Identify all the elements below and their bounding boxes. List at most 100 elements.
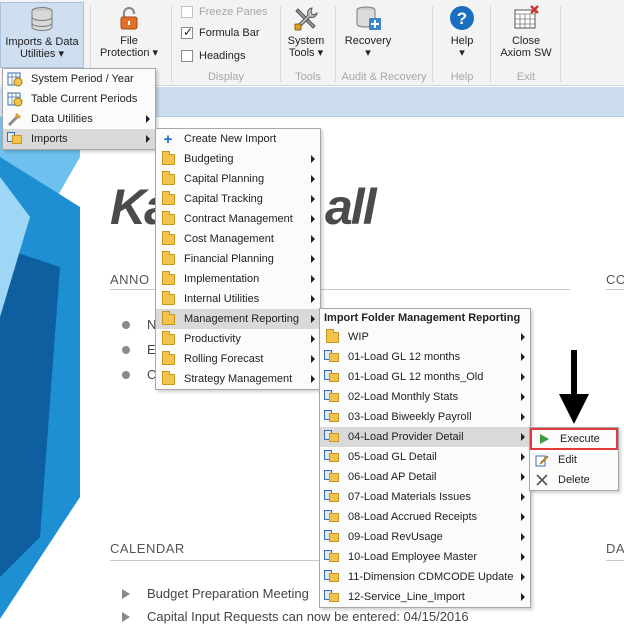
execute-menu-item[interactable]: Execute: [530, 428, 618, 450]
period-icon: [7, 71, 23, 87]
menu-item-label: Edit: [558, 454, 577, 466]
menu-item-create-new-import[interactable]: + Create New Import: [156, 129, 320, 149]
menu-item-label: Contract Management: [184, 213, 293, 225]
menu-item-strategy-management[interactable]: Strategy Management: [156, 369, 320, 389]
menu-item-import[interactable]: 01-Load GL 12 months: [320, 347, 530, 367]
recovery-button[interactable]: Recovery ▾: [340, 2, 396, 68]
menu-item-label: Cost Management: [184, 233, 274, 245]
menu-item-imports[interactable]: Imports: [3, 129, 155, 149]
imports-data-utilities-button[interactable]: Imports & Data Utilities ▾: [0, 2, 84, 68]
menu-item-import[interactable]: 01-Load GL 12 months_Old: [320, 367, 530, 387]
decorative-blue-shape: [0, 117, 80, 619]
submenu-arrow-icon: [146, 115, 150, 123]
checkmark-icon: ✓: [183, 25, 194, 39]
delete-icon: [534, 472, 550, 488]
formula-bar-checkbox[interactable]: ✓ Formula Bar: [181, 25, 260, 41]
menu-item-system-period[interactable]: System Period / Year: [3, 69, 155, 89]
menu-item-capital-planning[interactable]: Capital Planning: [156, 169, 320, 189]
menu-item-productivity[interactable]: Productivity: [156, 329, 320, 349]
headings-checkbox[interactable]: Headings: [181, 48, 245, 64]
freeze-panes-checkbox[interactable]: Freeze Panes: [181, 4, 267, 20]
menu-item-data-utilities[interactable]: Data Utilities: [3, 109, 155, 129]
calendar-bullet-icon: [122, 589, 130, 599]
menu-item-wip[interactable]: WIP: [320, 327, 530, 347]
menu-item-internal-utilities[interactable]: Internal Utilities: [156, 289, 320, 309]
divider: [606, 560, 624, 561]
import-file-icon: [324, 509, 340, 525]
menu-item-import[interactable]: 03-Load Biweekly Payroll: [320, 407, 530, 427]
menu-item-cost-management[interactable]: Cost Management: [156, 229, 320, 249]
menu-item-financial-planning[interactable]: Financial Planning: [156, 249, 320, 269]
menu-item-capital-tracking[interactable]: Capital Tracking: [156, 189, 320, 209]
import-file-icon: [324, 369, 340, 385]
import-file-icon: [324, 449, 340, 465]
menu-item-import[interactable]: 07-Load Materials Issues: [320, 487, 530, 507]
menu-item-import[interactable]: 09-Load RevUsage: [320, 527, 530, 547]
menu-item-import[interactable]: 10-Load Employee Master: [320, 547, 530, 567]
menu-item-label: Data Utilities: [31, 113, 93, 125]
menu-item-import[interactable]: 08-Load Accrued Receipts: [320, 507, 530, 527]
help-button[interactable]: ? Help ▾: [438, 2, 486, 68]
menu-item-rolling-forecast[interactable]: Rolling Forecast: [156, 349, 320, 369]
menu-item-import[interactable]: 02-Load Monthly Stats: [320, 387, 530, 407]
menu-item-table-current-periods[interactable]: Table Current Periods: [3, 89, 155, 109]
menu-item-budgeting[interactable]: Budgeting: [156, 149, 320, 169]
menu-item-contract-management[interactable]: Contract Management: [156, 209, 320, 229]
menu-item-management-reporting[interactable]: Management Reporting: [156, 309, 320, 329]
folder-icon: [160, 310, 176, 327]
menu-item-label: 04-Load Provider Detail: [348, 431, 464, 443]
menu-item-label: Implementation: [184, 273, 260, 285]
calendar-item[interactable]: Capital Input Requests can now be entere…: [147, 609, 469, 624]
chevron-down-icon: ▾: [152, 47, 159, 59]
menu-item-import[interactable]: 11-Dimension CDMCODE Update: [320, 567, 530, 587]
submenu-arrow-icon: [311, 355, 315, 363]
edit-menu-item[interactable]: Edit: [530, 450, 618, 470]
submenu-arrow-icon: [311, 335, 315, 343]
logo-right: all: [325, 179, 377, 235]
submenu-arrow-icon: [311, 195, 315, 203]
menu-item-import[interactable]: 06-Load AP Detail: [320, 467, 530, 487]
file-protection-button[interactable]: File Protection ▾: [97, 2, 161, 68]
submenu-arrow-icon: [311, 215, 315, 223]
management-reporting-submenu: Import Folder Management Reporting WIP 0…: [319, 308, 531, 608]
import-file-icon: [324, 589, 340, 605]
submenu-arrow-icon: [311, 175, 315, 183]
calendar-item[interactable]: Budget Preparation Meeting: [147, 586, 309, 601]
submenu-arrow-icon: [521, 573, 525, 581]
announcements-heading: ANNO: [110, 272, 150, 287]
menu-item-implementation[interactable]: Implementation: [156, 269, 320, 289]
checkbox-box[interactable]: [181, 6, 193, 18]
system-tools-label-2: Tools: [288, 47, 315, 59]
system-tools-button[interactable]: System Tools ▾: [284, 2, 328, 68]
menu-item-load-provider-detail[interactable]: 04-Load Provider Detail: [320, 427, 530, 447]
ribbon-separator: [432, 6, 433, 82]
submenu-arrow-icon: [521, 453, 525, 461]
folder-icon: [160, 270, 176, 287]
delete-menu-item[interactable]: Delete: [530, 470, 618, 490]
submenu-arrow-icon: [521, 373, 525, 381]
menu-item-label: Internal Utilities: [184, 293, 260, 305]
ribbon-separator: [560, 6, 561, 82]
checkbox-box[interactable]: ✓: [181, 25, 194, 39]
play-icon: [536, 431, 552, 447]
menu-item-import[interactable]: 12-Service_Line_Import: [320, 587, 530, 607]
annotation-arrow-icon: [559, 350, 589, 424]
menu-item-label: Execute: [560, 433, 600, 445]
submenu-arrow-icon: [521, 433, 525, 441]
close-axiom-button[interactable]: Close Axiom SW: [495, 2, 557, 68]
folder-icon: [160, 210, 176, 227]
submenu-arrow-icon: [311, 255, 315, 263]
divider: [110, 560, 322, 561]
tools-icon: [294, 7, 318, 31]
ribbon-separator: [490, 6, 491, 82]
folder-icon: [160, 330, 176, 347]
folder-icon: [160, 370, 176, 387]
folder-icon: [160, 290, 176, 307]
menu-item-label: 06-Load AP Detail: [348, 471, 437, 483]
menu-item-import[interactable]: 05-Load GL Detail: [320, 447, 530, 467]
folder-icon: [160, 170, 176, 187]
submenu-arrow-icon: [311, 235, 315, 243]
bullet: [122, 371, 130, 379]
checkbox-box[interactable]: [181, 50, 193, 62]
import-file-icon: [324, 389, 340, 405]
